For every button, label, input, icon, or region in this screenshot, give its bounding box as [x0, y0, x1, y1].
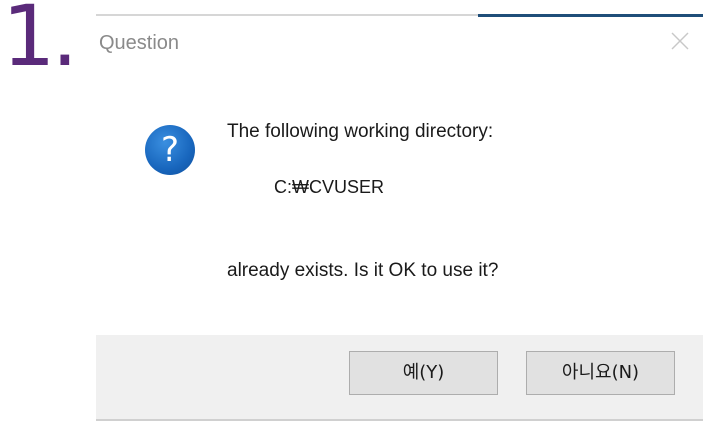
no-button[interactable]: 아니요(N) — [526, 351, 675, 395]
question-dialog: Question ? The following working directo… — [96, 14, 703, 421]
step-number: 1. — [2, 0, 78, 78]
yes-button[interactable]: 예(Y) — [349, 351, 498, 395]
step-number-text: 1. — [2, 0, 78, 85]
dialog-titlebar[interactable]: Question — [96, 16, 703, 68]
dialog-title: Question — [99, 32, 180, 54]
dialog-button-bar: 예(Y) 아니요(N) — [96, 335, 703, 421]
close-icon[interactable] — [669, 30, 691, 52]
directory-path: C:₩CVUSER — [274, 177, 385, 197]
question-icon: ? — [145, 125, 195, 175]
message-line-1: The following working directory: — [227, 121, 494, 142]
message-line-2: already exists. Is it OK to use it? — [227, 260, 499, 281]
